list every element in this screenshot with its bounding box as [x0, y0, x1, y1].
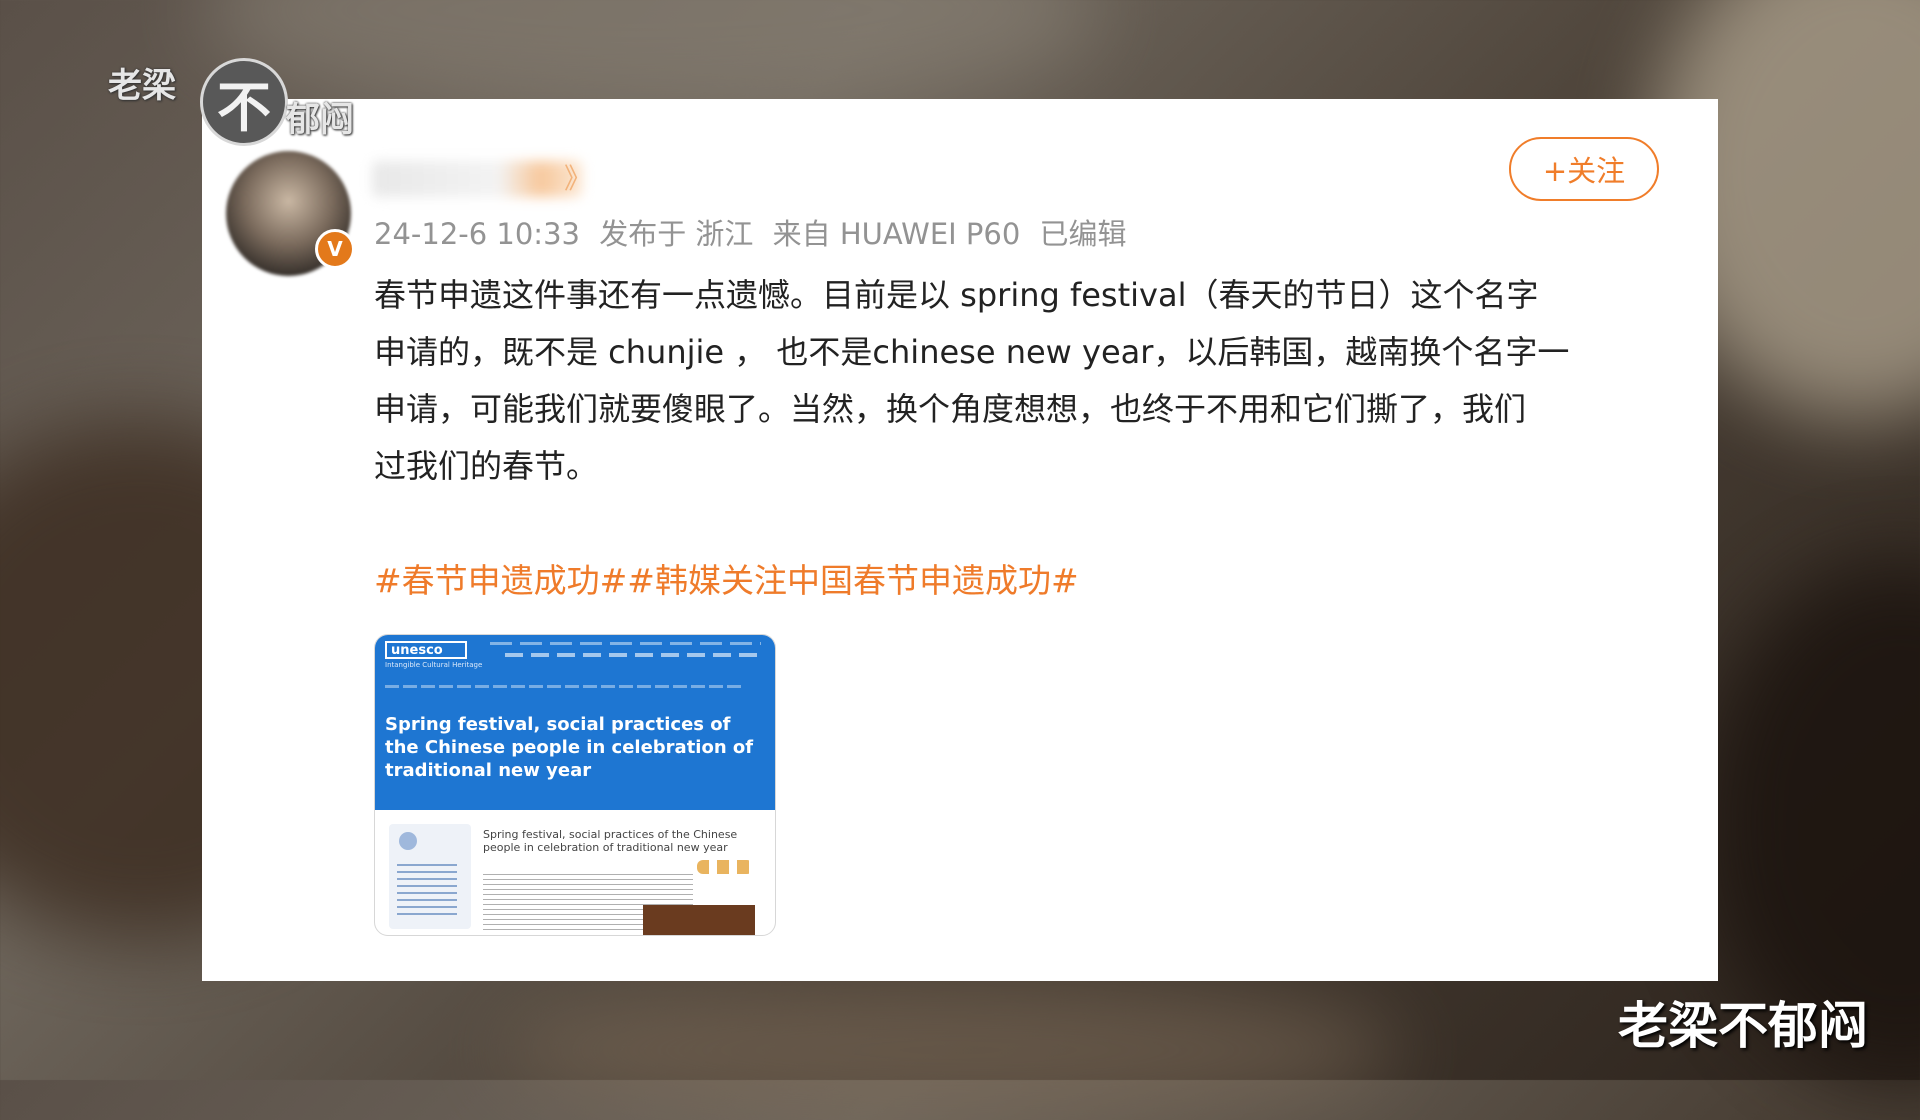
verified-badge-icon: V: [315, 229, 355, 269]
thumbnail-top-nav: [490, 642, 761, 645]
weibo-post-card: V 》 +关注 24-12-6 10:33 发布于 浙江 来自 HUAWEI P…: [202, 99, 1718, 981]
thumbnail-side-icon: [399, 832, 417, 850]
thumbnail-side-card: [389, 824, 471, 929]
watermark-circle-icon: 不: [200, 58, 288, 146]
thumbnail-side-text: [397, 864, 457, 919]
thumbnail-title: Spring festival, social practices of the…: [385, 714, 754, 781]
username-chevron-icon: 》: [564, 162, 593, 195]
username-blurred[interactable]: [372, 161, 582, 197]
thumbnail-nav: [505, 653, 765, 657]
unesco-logo: unesco: [385, 641, 467, 659]
thumbnail-breadcrumb: [385, 685, 745, 688]
post-text-line: 春节申遗这件事还有一点遗憾。目前是以 spring festival（春天的节日…: [374, 276, 1539, 314]
post-meta: 24-12-6 10:33 发布于 浙江 来自 HUAWEI P60 已编辑: [374, 211, 1127, 253]
hashtag-links[interactable]: #春节申遗成功##韩媒关注中国春节申遗成功#: [374, 554, 1079, 602]
watermark-right-text: 郁闷: [286, 100, 354, 140]
thumbnail-subtitle: Spring festival, social practices of the…: [483, 828, 738, 854]
post-text-line: 申请的，既不是 chunjie ， 也不是chinese new year，以后…: [374, 333, 1570, 371]
post-image-thumbnail[interactable]: unesco Intangible Cultural Heritage Spri…: [374, 634, 776, 936]
thumbnail-photo: [643, 905, 755, 935]
post-time[interactable]: 24-12-6 10:33: [374, 217, 580, 251]
watermark-left-text: 老梁: [108, 66, 176, 106]
thumbnail-icons: [697, 860, 753, 874]
follow-button[interactable]: +关注: [1509, 137, 1659, 201]
post-device: 来自 HUAWEI P60: [772, 217, 1021, 251]
post-text-line: 申请，可能我们就要傻眼了。当然，换个角度想想，也终于不用和它们撕了，我们: [374, 390, 1527, 428]
post-edited[interactable]: 已编辑: [1040, 217, 1127, 251]
post-text-line: 过我们的春节。: [374, 447, 599, 485]
thumbnail-header: unesco Intangible Cultural Heritage Spri…: [375, 635, 775, 810]
unesco-logo-subtitle: Intangible Cultural Heritage: [385, 661, 483, 669]
post-body: 春节申遗这件事还有一点遗憾。目前是以 spring festival（春天的节日…: [374, 267, 1664, 495]
watermark-bottom-right: 老梁不郁闷: [1618, 997, 1868, 1055]
thumbnail-body: Spring festival, social practices of the…: [375, 810, 775, 935]
post-location: 发布于 浙江: [599, 217, 754, 251]
